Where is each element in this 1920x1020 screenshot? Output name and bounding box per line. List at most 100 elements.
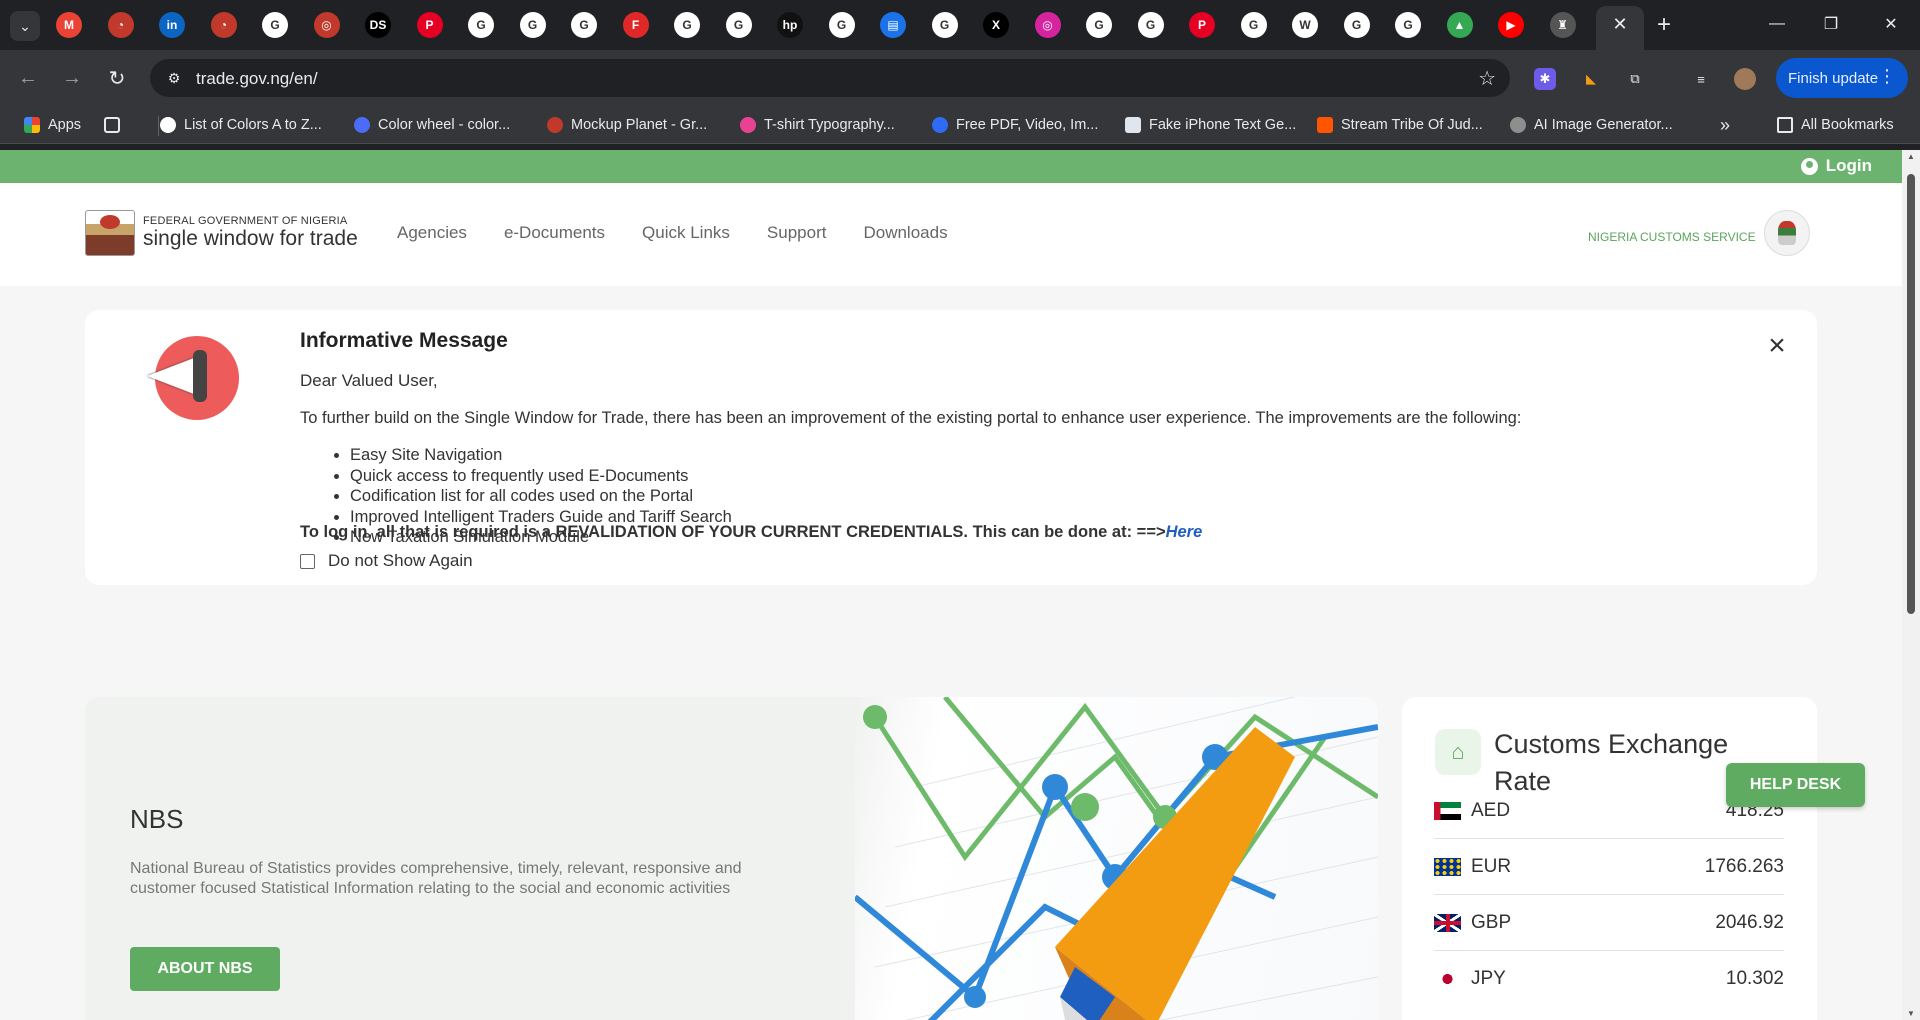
google-icon[interactable]: G (1137, 12, 1164, 38)
currency-rate: 2046.92 (1715, 911, 1784, 933)
bookmark-item[interactable]: List of Colors A to Z... (160, 115, 322, 135)
nav-support[interactable]: Support (767, 223, 827, 243)
google-icon[interactable]: G (571, 12, 597, 38)
pinterest-icon[interactable]: P (416, 12, 443, 38)
japan-flag-icon (1434, 970, 1461, 988)
rate-row: GBP 2046.92 (1434, 895, 1784, 951)
youtube-icon[interactable]: ▶ (1498, 12, 1524, 38)
google-icon[interactable]: G (1395, 12, 1421, 38)
extension-icon[interactable]: ✱ (1534, 68, 1556, 90)
drive-icon[interactable]: ▲ (1446, 12, 1473, 38)
url-text[interactable]: trade.gov.ng/en/ (196, 69, 318, 89)
bookmark-item[interactable]: Color wheel - color... (354, 115, 510, 135)
do-not-show-again[interactable]: Do not Show Again (300, 551, 473, 571)
google-icon[interactable]: G (931, 12, 958, 38)
bookmark-item[interactable]: Free PDF, Video, Im... (932, 115, 1098, 135)
google-icon[interactable]: G (468, 12, 494, 38)
gmail-icon[interactable]: M (56, 12, 82, 38)
pinterest-icon[interactable]: P (1189, 12, 1215, 38)
scroll-down-arrow-icon[interactable]: ▼ (1906, 1009, 1916, 1018)
about-nbs-button[interactable]: ABOUT NBS (130, 947, 280, 991)
extension-icon[interactable]: ◣ (1580, 68, 1602, 90)
new-tab-button[interactable]: + (1650, 11, 1678, 39)
list-item: Quick access to frequently used E-Docume… (350, 466, 732, 487)
google-icon[interactable]: G (828, 12, 855, 38)
minimize-icon[interactable]: — (1754, 8, 1800, 40)
bookmark-item[interactable]: Fake iPhone Text Ge... (1125, 115, 1296, 135)
target-icon[interactable]: ◎ (313, 12, 340, 38)
crest-icon[interactable]: ♜ (1549, 12, 1576, 38)
speed-icon[interactable]: ◔ (210, 12, 237, 38)
ncs-label[interactable]: NIGERIA CUSTOMS SERVICE (1588, 230, 1756, 244)
all-bookmarks[interactable]: All Bookmarks (1777, 115, 1894, 135)
tab-strip: ⌄ M ◔ in ◔ G ◎ DS P G G G F G Ghp G ▤ G X ◎ G G P G W G G ▲ ▶ ♜ ✕ + … (0, 0, 1920, 50)
nav-downloads[interactable]: Downloads (863, 223, 947, 243)
bookmark-label: Fake iPhone Text Ge... (1149, 117, 1297, 133)
google-icon[interactable]: G (674, 12, 700, 38)
mockup-icon (547, 117, 563, 133)
back-icon[interactable]: ← (14, 64, 42, 92)
here-link[interactable]: Here (1166, 523, 1203, 541)
more-bookmarks-icon[interactable]: » (1720, 115, 1730, 135)
google-icon[interactable]: G (1343, 12, 1370, 38)
list-item: Codification list for all codes used on … (350, 486, 732, 507)
restore-icon[interactable]: ❐ (1808, 8, 1854, 40)
forms-icon[interactable]: ▤ (880, 12, 906, 38)
do-not-show-checkbox[interactable] (300, 553, 315, 569)
page-scrollbar[interactable]: ▲ ▼ (1902, 150, 1920, 1020)
bookmark-star-icon[interactable]: ☆ (1478, 66, 1496, 91)
bookmark-item[interactable]: Stream Tribe Of Jud... (1317, 115, 1483, 135)
bookmark-item[interactable]: T-shirt Typography... (740, 115, 895, 135)
ds-icon[interactable]: DS (365, 12, 391, 38)
site-settings-icon[interactable]: ⚙ (164, 68, 184, 88)
profile-avatar[interactable] (1734, 68, 1756, 90)
nav-agencies[interactable]: Agencies (397, 223, 467, 243)
linkedin-icon[interactable]: in (159, 12, 185, 38)
user-circle-icon (1800, 157, 1818, 175)
site-logo[interactable]: FEDERAL GOVERNMENT OF NIGERIA single win… (85, 210, 358, 256)
google-icon[interactable]: G (262, 12, 288, 38)
tab-groups-icon[interactable] (104, 115, 120, 135)
login-link[interactable]: Login (1800, 156, 1872, 176)
reload-icon[interactable]: ↻ (103, 64, 131, 92)
bookmark-item[interactable]: AI Image Generator... (1510, 115, 1673, 135)
finish-update-button[interactable]: Finish update ⋮ (1776, 58, 1908, 98)
exchange-icon: ⌂ (1435, 729, 1481, 775)
x-icon[interactable]: X (983, 12, 1009, 38)
address-bar[interactable]: ⚙ trade.gov.ng/en/ ☆ (150, 59, 1510, 97)
extensions-puzzle-icon[interactable]: ⧉ (1624, 68, 1646, 90)
google-icon[interactable]: G (1240, 12, 1267, 38)
google-icon[interactable]: G (1086, 12, 1112, 38)
all-bookmarks-label: All Bookmarks (1801, 117, 1894, 133)
exchange-rate-card: ⌂ Customs Exchange Rate AED 418.25 EUR 1… (1402, 697, 1817, 1020)
google-icon[interactable]: G (725, 12, 752, 38)
tab-search-chevron-icon[interactable]: ⌄ (10, 11, 40, 41)
scroll-thumb[interactable] (1907, 174, 1915, 614)
bookmarks-bar: Apps List of Colors A to Z... Color whee… (0, 106, 1920, 144)
help-desk-button[interactable]: HELP DESK (1726, 763, 1865, 807)
uk-flag-icon (1434, 913, 1461, 932)
logo-subtitle: FEDERAL GOVERNMENT OF NIGERIA (143, 215, 348, 227)
scroll-up-arrow-icon[interactable]: ▲ (1906, 152, 1916, 161)
forward-icon[interactable]: → (58, 64, 86, 92)
bookmark-item[interactable]: Mockup Planet - Gr... (547, 115, 707, 135)
instagram-icon[interactable]: ◎ (1034, 12, 1061, 38)
close-tab-icon[interactable]: ✕ (1608, 12, 1632, 36)
bookmark-apps[interactable]: Apps (24, 115, 81, 135)
bookmark-label: Stream Tribe Of Jud... (1341, 117, 1483, 133)
grid-icon (104, 117, 120, 133)
speed-icon[interactable]: ◔ (107, 12, 134, 38)
list-item: Easy Site Navigation (350, 445, 732, 466)
bookmark-label: T-shirt Typography... (764, 117, 895, 133)
google-icon[interactable]: G (519, 12, 546, 38)
nav-quick-links[interactable]: Quick Links (642, 223, 730, 243)
window-close-icon[interactable]: ✕ (1868, 8, 1914, 40)
nav-e-documents[interactable]: e-Documents (504, 223, 605, 243)
wikipedia-icon[interactable]: W (1292, 12, 1318, 38)
flipboard-icon[interactable]: F (622, 12, 649, 38)
hp-icon[interactable]: hp (777, 12, 803, 38)
close-icon[interactable]: × (1765, 331, 1789, 361)
currency-rate: 10.302 (1725, 968, 1784, 989)
customs-logo-icon[interactable] (1764, 210, 1810, 256)
media-control-icon[interactable]: ≡ (1690, 68, 1712, 90)
